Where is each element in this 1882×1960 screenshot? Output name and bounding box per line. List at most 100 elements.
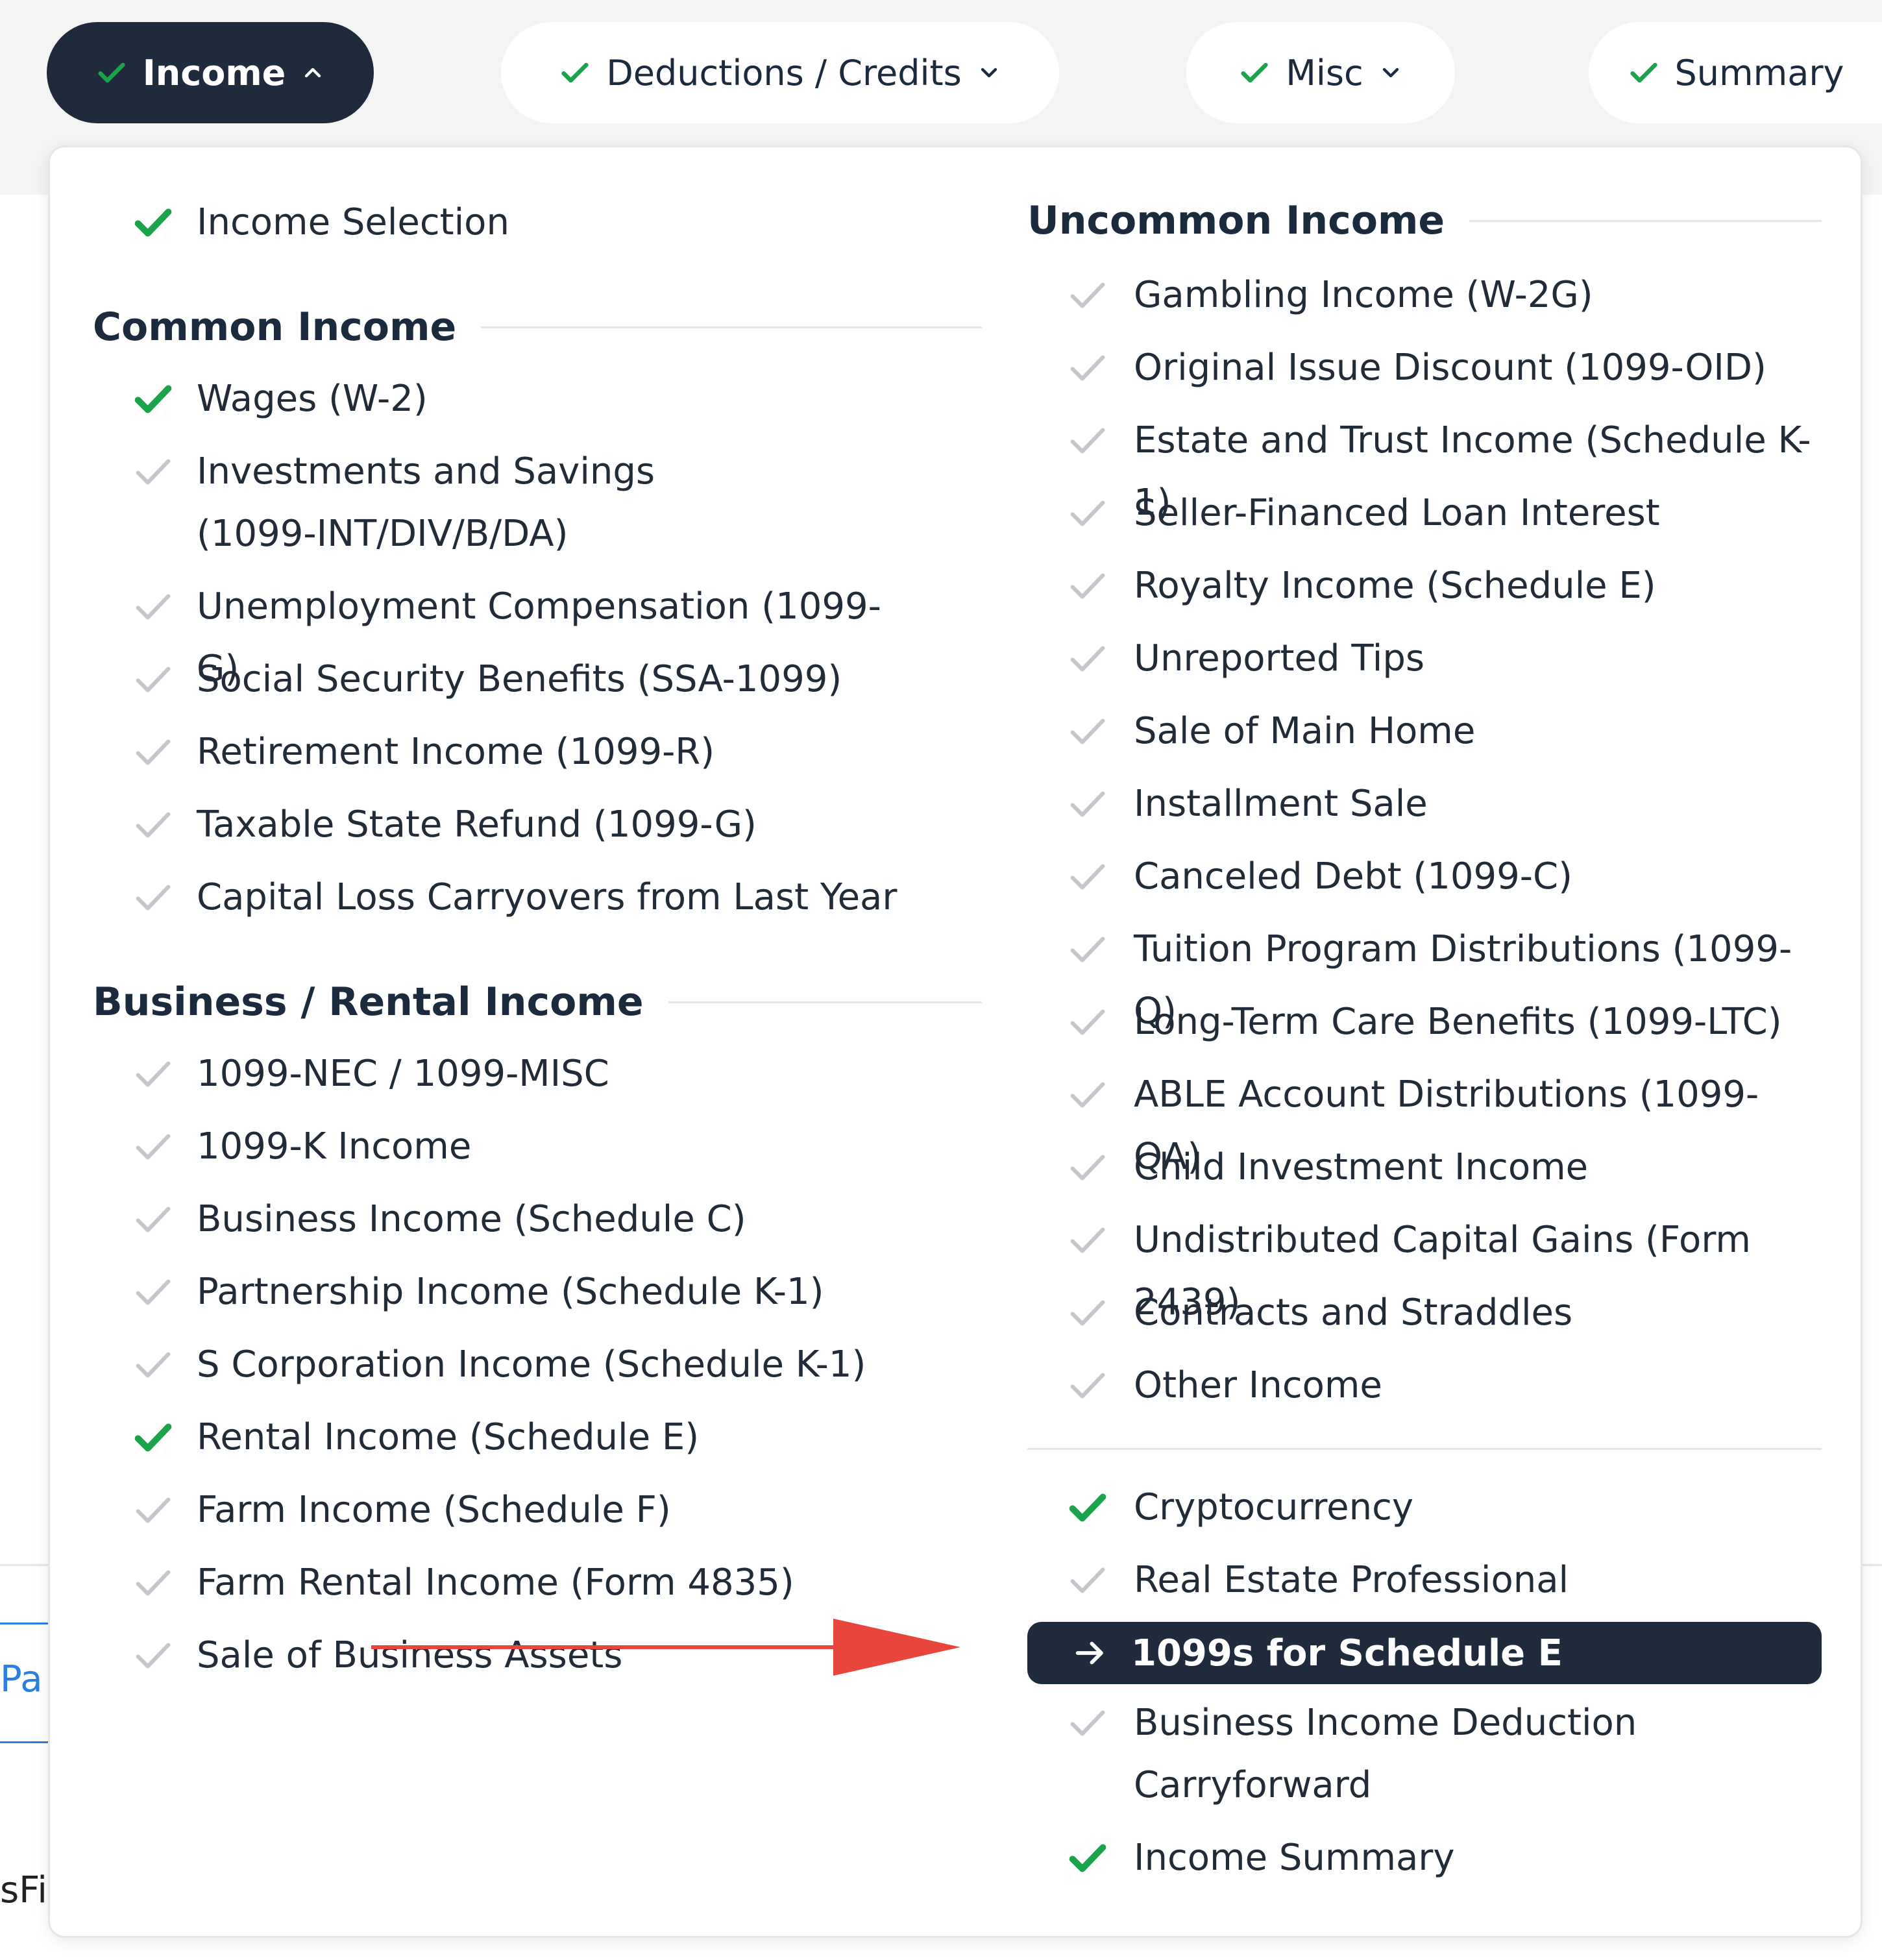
menu-item-label: Business Income Deduction Carryforward <box>1134 1702 1637 1806</box>
section-heading-business-rental: Business / Rental Income <box>93 973 982 1031</box>
menu-item-label: Business Income (Schedule C) <box>197 1198 746 1240</box>
faded-check-icon <box>136 1643 171 1669</box>
faded-check-icon <box>1070 428 1105 454</box>
background-link-text[interactable]: Pa <box>0 1658 43 1700</box>
menu-item-label: Contracts and Straddles <box>1134 1292 1573 1334</box>
menu-item-label: 1099-NEC / 1099-MISC <box>197 1053 609 1095</box>
menu-item-label: Original Issue Discount (1099-OID) <box>1134 347 1766 389</box>
check-icon <box>561 62 589 83</box>
menu-item-social-security[interactable]: Social Security Benefits (SSA-1099) <box>93 648 982 711</box>
menu-item-1099-nec-misc[interactable]: 1099-NEC / 1099-MISC <box>93 1043 982 1105</box>
check-icon <box>1241 62 1268 83</box>
menu-item-label: Long-Term Care Benefits (1099-LTC) <box>1134 1001 1782 1043</box>
menu-item-sale-business-assets[interactable]: Sale of Business Assets <box>93 1624 982 1687</box>
menu-item-s-corporation[interactable]: S Corporation Income (Schedule K-1) <box>93 1334 982 1396</box>
faded-check-icon <box>1070 718 1105 744</box>
section-heading-label: Uncommon Income <box>1027 198 1445 243</box>
menu-item-installment-sale[interactable]: Installment Sale <box>978 773 1822 835</box>
menu-item-sale-main-home[interactable]: Sale of Main Home <box>978 700 1822 763</box>
menu-item-label: Social Security Benefits (SSA-1099) <box>197 658 842 700</box>
menu-item-cryptocurrency[interactable]: Cryptocurrency <box>978 1476 1822 1539</box>
menu-item-label: Wages (W-2) <box>197 378 428 420</box>
menu-item-label: 1099s for Schedule E <box>1131 1632 1563 1674</box>
faded-check-icon <box>136 1352 171 1378</box>
menu-item-business-income-deduction-carryforward[interactable]: Business Income Deduction Carryforward <box>978 1692 1822 1817</box>
faded-check-icon <box>1070 282 1105 308</box>
menu-item-label: 1099-K Income <box>197 1125 472 1168</box>
menu-item-retirement[interactable]: Retirement Income (1099-R) <box>93 721 982 783</box>
menu-item-label: S Corporation Income (Schedule K-1) <box>197 1343 866 1386</box>
tab-income-label: Income <box>142 52 286 93</box>
menu-item-real-estate-professional[interactable]: Real Estate Professional <box>978 1549 1822 1611</box>
menu-item-label: Farm Income (Schedule F) <box>197 1489 671 1531</box>
check-icon <box>134 208 172 237</box>
menu-item-label: Partnership Income (Schedule K-1) <box>197 1271 824 1313</box>
tab-deductions-credits[interactable]: Deductions / Credits <box>501 22 1059 123</box>
menu-item-label: Farm Rental Income (Form 4835) <box>197 1562 794 1604</box>
menu-item-label: Seller-Financed Loan Interest <box>1134 492 1660 534</box>
menu-item-oid[interactable]: Original Issue Discount (1099-OID) <box>978 337 1822 399</box>
income-dropdown-menu: Income Selection Common Income Wages (W-… <box>48 145 1863 1938</box>
menu-item-capital-loss[interactable]: Capital Loss Carryovers from Last Year <box>93 866 982 929</box>
menu-item-1099s-schedule-e-current[interactable]: 1099s for Schedule E <box>1027 1622 1822 1684</box>
menu-item-wages[interactable]: Wages (W-2) <box>93 368 982 430</box>
menu-item-income-summary[interactable]: Income Summary <box>978 1827 1822 1889</box>
menu-item-contracts-straddles[interactable]: Contracts and Straddles <box>978 1282 1822 1344</box>
tab-misc-label: Misc <box>1286 52 1363 93</box>
faded-check-icon <box>1070 500 1105 526</box>
menu-item-schedule-c[interactable]: Business Income (Schedule C) <box>93 1188 982 1251</box>
menu-item-income-selection[interactable]: Income Selection <box>93 191 982 254</box>
faded-check-icon <box>136 459 171 485</box>
chevron-down-icon <box>1382 67 1399 78</box>
faded-check-icon <box>136 812 171 838</box>
menu-item-1099-k[interactable]: 1099-K Income <box>93 1116 982 1178</box>
menu-item-long-term-care[interactable]: Long-Term Care Benefits (1099-LTC) <box>978 991 1822 1053</box>
menu-item-label: Retirement Income (1099-R) <box>197 731 715 773</box>
menu-item-royalty[interactable]: Royalty Income (Schedule E) <box>978 555 1822 617</box>
menu-item-seller-financed[interactable]: Seller-Financed Loan Interest <box>978 482 1822 545</box>
menu-item-label: Rental Income (Schedule E) <box>197 1416 700 1458</box>
section-divider <box>1027 1448 1822 1450</box>
faded-check-icon <box>1070 791 1105 817</box>
menu-item-farm-income[interactable]: Farm Income (Schedule F) <box>93 1479 982 1541</box>
background-divider <box>0 1564 52 1566</box>
section-heading-label: Common Income <box>93 304 457 350</box>
menu-item-canceled-debt[interactable]: Canceled Debt (1099-C) <box>978 846 1822 908</box>
chevron-down-icon <box>981 67 997 78</box>
check-icon <box>1069 1493 1106 1522</box>
arrow-right-icon <box>1075 1641 1103 1665</box>
tab-summary-label: Summary <box>1674 52 1844 93</box>
menu-item-other-income[interactable]: Other Income <box>978 1354 1822 1417</box>
faded-check-icon <box>1070 1009 1105 1035</box>
tab-deductions-credits-label: Deductions / Credits <box>606 52 962 93</box>
faded-check-icon <box>1070 573 1105 599</box>
faded-check-icon <box>1070 1300 1105 1326</box>
menu-item-label: Income Summary <box>1134 1837 1455 1879</box>
menu-item-farm-rental[interactable]: Farm Rental Income (Form 4835) <box>93 1552 982 1614</box>
menu-item-label: Other Income <box>1134 1364 1382 1406</box>
menu-item-label: Child Investment Income <box>1134 1146 1589 1188</box>
faded-check-icon <box>136 1134 171 1160</box>
menu-item-label: Royalty Income (Schedule E) <box>1134 565 1656 607</box>
tab-income[interactable]: Income <box>47 22 374 123</box>
menu-item-label: Capital Loss Carryovers from Last Year <box>197 876 898 918</box>
menu-item-label: Canceled Debt (1099-C) <box>1134 855 1572 898</box>
check-icon <box>1069 1844 1106 1872</box>
tab-misc[interactable]: Misc <box>1186 22 1455 123</box>
menu-item-rental-income[interactable]: Rental Income (Schedule E) <box>93 1406 982 1469</box>
menu-item-gambling[interactable]: Gambling Income (W-2G) <box>978 264 1822 326</box>
menu-item-child-investment[interactable]: Child Investment Income <box>978 1136 1822 1199</box>
faded-check-icon <box>1070 1227 1105 1253</box>
section-heading-common-income: Common Income <box>93 298 982 356</box>
section-heading-uncommon-income: Uncommon Income <box>1027 191 1822 250</box>
tab-summary[interactable]: Summary <box>1589 22 1882 123</box>
menu-item-investments-savings[interactable]: Investments and Savings (1099-INT/DIV/B/… <box>93 441 982 565</box>
menu-item-label: Sale of Business Assets <box>197 1634 623 1676</box>
menu-item-partnership[interactable]: Partnership Income (Schedule K-1) <box>93 1261 982 1323</box>
faded-check-icon <box>136 739 171 765</box>
faded-check-icon <box>1070 646 1105 672</box>
menu-item-unreported-tips[interactable]: Unreported Tips <box>978 628 1822 690</box>
section-divider <box>1469 219 1822 222</box>
menu-item-state-refund[interactable]: Taxable State Refund (1099-G) <box>93 794 982 856</box>
faded-check-icon <box>1070 1082 1105 1108</box>
